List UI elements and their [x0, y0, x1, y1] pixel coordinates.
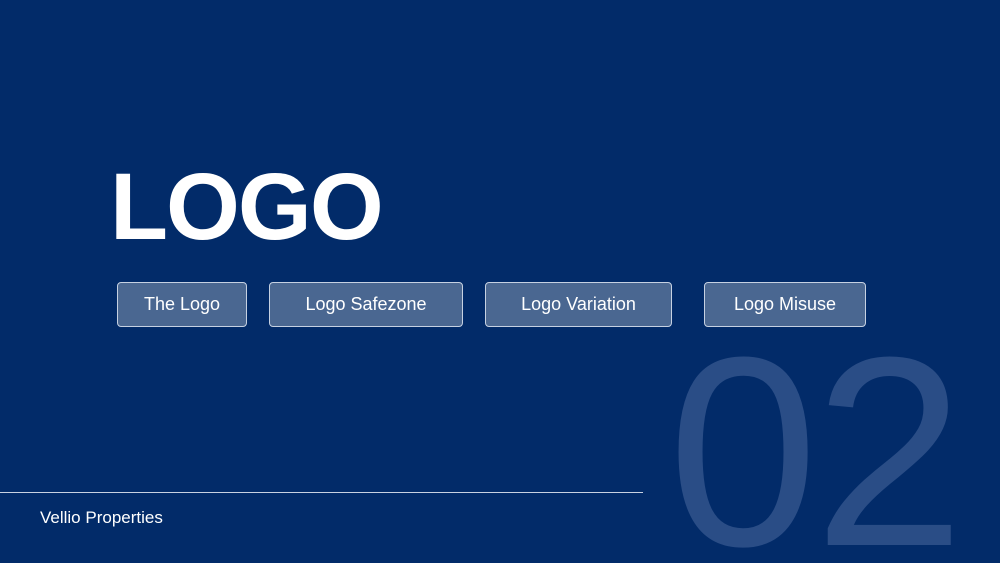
- page-title: LOGO: [110, 154, 384, 260]
- section-number: 02: [668, 302, 964, 563]
- logo-misuse-button[interactable]: Logo Misuse: [704, 282, 866, 327]
- footer-divider: [0, 492, 643, 493]
- slide: 02 LOGO The Logo Logo Safezone Logo Vari…: [0, 0, 1000, 563]
- logo-safezone-button[interactable]: Logo Safezone: [269, 282, 463, 327]
- logo-variation-button[interactable]: Logo Variation: [485, 282, 672, 327]
- the-logo-button[interactable]: The Logo: [117, 282, 247, 327]
- footer-brand-name: Vellio Properties: [40, 508, 163, 527]
